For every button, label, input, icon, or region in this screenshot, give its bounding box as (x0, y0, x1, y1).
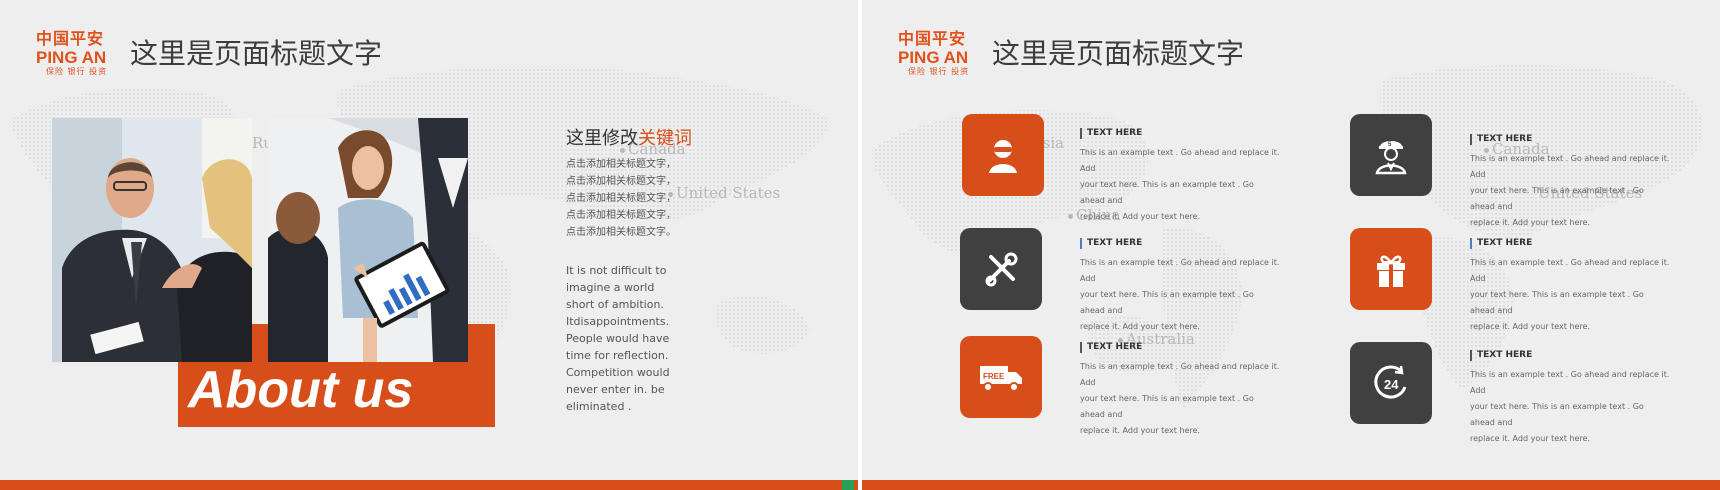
green-marker (842, 480, 854, 490)
feature-line: your text here. This is an example text … (1080, 394, 1254, 419)
feature-line: your text here. This is an example text … (1470, 402, 1644, 427)
feature-line: replace it. Add your text here. (1080, 212, 1201, 221)
feature-line: replace it. Add your text here. (1080, 322, 1201, 331)
feature-body: This is an example text . Go ahead and r… (1080, 145, 1280, 225)
feature-item: TEXT HERE This is an example text . Go a… (1080, 128, 1280, 225)
slide-about-us: Ru Canada United States 中国平安 PING AN 保险 … (0, 0, 858, 490)
keyword-title-prefix: 这里修改 (566, 128, 638, 149)
feature-item: TEXT HERE This is an example text . Go a… (1470, 350, 1670, 447)
feature-body: This is an example text . Go ahead and r… (1470, 255, 1670, 335)
free-badge: FREE (983, 372, 1005, 381)
feature-line: replace it. Add your text here. (1470, 322, 1591, 331)
paragraph-line: eliminated . (566, 400, 632, 413)
feature-line: This is an example text . Go ahead and r… (1080, 148, 1280, 173)
paragraph-line: time for reflection. (566, 349, 669, 362)
service-24-badge: 24 (1384, 377, 1399, 392)
feature-item: TEXT HERE This is an example text . Go a… (1080, 342, 1280, 439)
feature-line: This is an example text . Go ahead and r… (1470, 258, 1670, 283)
user-avatar-tile (962, 114, 1044, 196)
page-title: 这里是页面标题文字 (992, 37, 1245, 70)
feature-heading: TEXT HERE (1080, 342, 1280, 353)
logo-chinese: 中国平安 (36, 29, 105, 48)
courier-person-icon: 5 (1375, 141, 1407, 175)
feature-line: your text here. This is an example text … (1470, 186, 1644, 211)
logo-english: PING AN (36, 48, 107, 67)
paragraph-line: never enter in. be (566, 383, 665, 396)
ping-an-logo: 中国平安 PING AN 保险 银行 投资 (898, 30, 988, 77)
tools-icon (985, 252, 1018, 287)
slide-services: Russia China Australia Canada United Sta… (862, 0, 1720, 490)
feature-body: This is an example text . Go ahead and r… (1470, 367, 1670, 447)
free-delivery-tile: FREE (960, 336, 1042, 418)
feature-body: This is an example text . Go ahead and r… (1080, 255, 1280, 335)
feature-heading: TEXT HERE (1080, 128, 1280, 139)
paragraph-line: Itdisappointments. (566, 315, 670, 328)
service-24h-tile: 24 (1350, 342, 1432, 424)
ping-an-logo: 中国平安 PING AN 保险 银行 投资 (36, 30, 126, 77)
courier-tile: 5 (1350, 114, 1432, 196)
feature-line: your text here. This is an example text … (1470, 290, 1644, 315)
paragraph-line: Competition would (566, 366, 670, 379)
keyword-title: 这里修改关键词 (566, 124, 692, 150)
keyword-line: 点击添加相关标题文字。 (566, 227, 676, 238)
feature-line: replace it. Add your text here. (1470, 434, 1591, 443)
gift-tile (1350, 228, 1432, 310)
tools-tile (960, 228, 1042, 310)
feature-heading: TEXT HERE (1470, 238, 1670, 249)
logo-tagline: 保险 银行 投资 (908, 67, 970, 76)
feature-line: your text here. This is an example text … (1080, 290, 1254, 315)
feature-line: replace it. Add your text here. (1470, 218, 1591, 227)
paragraph-line: short of ambition. (566, 298, 664, 311)
feature-item: TEXT HERE This is an example text . Go a… (1470, 238, 1670, 335)
feature-body: This is an example text . Go ahead and r… (1470, 151, 1670, 231)
bottom-accent-bar (862, 480, 1720, 490)
keyword-title-highlight: 关键词 (638, 128, 692, 149)
paragraph-line: imagine a world (566, 281, 655, 294)
keyword-line: 点击添加相关标题文字， (566, 210, 676, 221)
keyword-line: 点击添加相关标题文字， (566, 176, 676, 187)
keyword-lines: 点击添加相关标题文字， 点击添加相关标题文字， 点击添加相关标题文字， 点击添加… (566, 156, 676, 241)
feature-line: This is an example text . Go ahead and r… (1470, 370, 1670, 395)
feature-body: This is an example text . Go ahead and r… (1080, 359, 1280, 439)
feature-line: This is an example text . Go ahead and r… (1080, 258, 1280, 283)
keyword-line: 点击添加相关标题文字， (566, 159, 676, 170)
paragraph-line: It is not difficult to (566, 264, 667, 277)
bottom-accent-bar (0, 480, 858, 490)
logo-english: PING AN (898, 48, 969, 67)
paragraph-line: People would have (566, 332, 670, 345)
feature-item: TEXT HERE This is an example text . Go a… (1080, 238, 1280, 335)
feature-line: This is an example text . Go ahead and r… (1080, 362, 1280, 387)
page-title: 这里是页面标题文字 (130, 37, 383, 70)
feature-heading: TEXT HERE (1080, 238, 1280, 249)
business-meeting-photo (52, 118, 252, 362)
free-delivery-truck-icon: FREE (980, 366, 1022, 392)
about-us-heading: About us (188, 361, 414, 419)
feature-item: TEXT HERE This is an example text . Go a… (1470, 134, 1670, 231)
logo-chinese: 中国平安 (898, 29, 967, 48)
feature-heading: TEXT HERE (1470, 134, 1670, 145)
team-tablet-photo (268, 118, 468, 362)
about-paragraph: It is not difficult to imagine a world s… (566, 262, 676, 415)
feature-line: This is an example text . Go ahead and r… (1470, 154, 1670, 179)
feature-line: replace it. Add your text here. (1080, 426, 1201, 435)
feature-line: your text here. This is an example text … (1080, 180, 1254, 205)
gift-icon (1377, 255, 1405, 287)
24-hour-service-icon: 24 (1374, 365, 1407, 399)
user-avatar-icon (989, 140, 1017, 173)
keyword-line: 点击添加相关标题文字， (566, 193, 676, 204)
map-label-united-states: United States (668, 184, 780, 202)
feature-heading: TEXT HERE (1470, 350, 1670, 361)
logo-tagline: 保险 银行 投资 (46, 67, 108, 76)
